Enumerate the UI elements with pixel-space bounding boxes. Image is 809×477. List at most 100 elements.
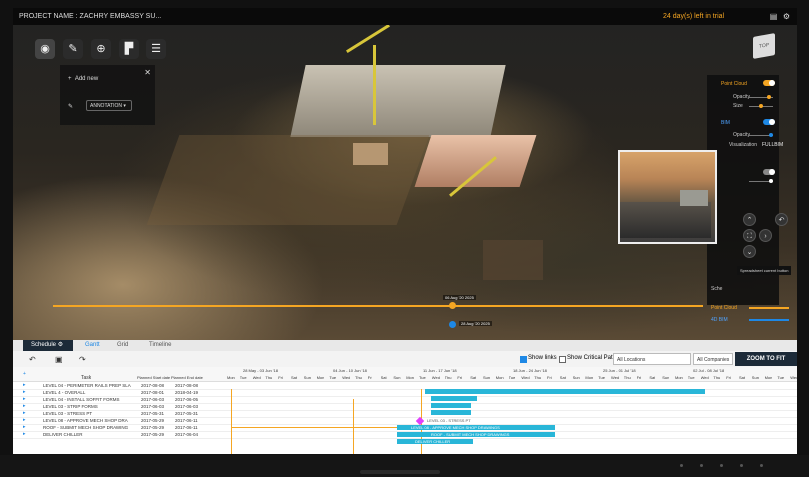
nav-down-icon[interactable]: ⌄ [743, 245, 756, 258]
day-label: Wed [431, 375, 440, 380]
milestone-stress-label: LEVEL 03 - STRESS PT [427, 418, 471, 423]
tab-timeline[interactable]: Timeline [149, 340, 171, 351]
annotation-select[interactable]: ANNOTATION ▾ [86, 100, 132, 111]
annotation-edit-icon[interactable]: ✎ [68, 103, 73, 110]
timeline-track[interactable] [53, 305, 703, 307]
day-label: Thu [444, 375, 452, 380]
day-label: Sat [470, 375, 477, 380]
tab-gantt[interactable]: Gantt [85, 340, 100, 351]
companies-dropdown[interactable]: All Companies 3 [693, 353, 733, 375]
bim-marker[interactable] [449, 321, 456, 328]
gantt-bar-strip[interactable] [431, 403, 471, 408]
nav-up-icon[interactable]: ⌃ [743, 213, 756, 226]
add-task-icon[interactable]: + [23, 371, 26, 377]
task-end: 2018-04-19 [175, 390, 199, 395]
layer-knob-3[interactable] [769, 179, 773, 183]
gantt-bar-chiller-label: DELIVER CHILLER [415, 439, 451, 444]
annotation-icon[interactable]: ✎ [63, 39, 83, 59]
grid-header: + Task Planned Start date Planned End da… [13, 367, 797, 382]
expand-icon[interactable]: ▸ [23, 389, 26, 395]
gear-icon[interactable]: ⚙ [782, 12, 791, 21]
3d-viewer[interactable]: ◉ ✎ ⊕ ▛ ☰ + Add new ✕ ✎ ANNOTATION ▾ TOP… [13, 25, 797, 340]
opacity-knob[interactable] [767, 95, 771, 99]
redo-icon[interactable]: ↷ [79, 355, 86, 364]
task-name: LEVEL 03 - STRIP FORMS [43, 404, 98, 409]
expand-icon[interactable]: ▸ [23, 431, 26, 437]
task-start: 2017-06-03 [141, 397, 165, 402]
day-label: Thu [534, 375, 542, 380]
close-icon[interactable]: ✕ [144, 68, 151, 77]
trial-notice[interactable]: 24 day(s) left in trial [663, 8, 724, 25]
locations-dropdown[interactable]: All Locations [613, 353, 691, 365]
day-label: Mon [585, 375, 594, 380]
crane-boom [346, 25, 390, 54]
legend-bim: 4D BIM [711, 317, 728, 323]
expand-icon[interactable]: ▸ [23, 382, 26, 388]
undo-icon[interactable]: ↶ [29, 355, 36, 364]
size-knob[interactable] [759, 104, 763, 108]
expand-icon[interactable]: ▸ [23, 417, 26, 423]
critical-path-label: Show Critical Path [567, 355, 617, 361]
legend-point-cloud-line [749, 307, 789, 309]
save-icon[interactable]: ▣ [55, 355, 63, 364]
chin-button [760, 464, 763, 467]
point-cloud-label: Point Cloud [721, 81, 747, 87]
day-label: Wed [790, 375, 797, 380]
nav-right-icon[interactable]: › [759, 229, 772, 242]
undo-view-icon[interactable]: ↶ [775, 213, 788, 226]
point-cloud-toggle[interactable] [763, 80, 775, 86]
day-label: Wed [252, 375, 261, 380]
locations-value: All Locations [617, 357, 646, 363]
gantt-bar-soffit[interactable] [431, 396, 477, 401]
day-label: Fri [457, 375, 463, 380]
expand-icon[interactable]: ▸ [23, 424, 26, 430]
critical-path-checkbox[interactable] [559, 356, 566, 363]
bim-toggle[interactable] [763, 119, 775, 125]
expand-icon[interactable]: ▸ [23, 410, 26, 416]
tab-grid[interactable]: Grid [117, 340, 128, 351]
gantt-bar-overall[interactable] [425, 389, 705, 394]
list-icon[interactable]: ☰ [146, 39, 166, 59]
gantt-bar-approve[interactable]: LEVEL 08 - APPROVE MECH SHOP DRAWINGS [397, 425, 555, 430]
gantt-bar-roof[interactable]: ROOF - SUBMIT MECH SHOP DRAWINGS [397, 432, 555, 437]
expand-icon[interactable]: ▸ [23, 396, 26, 402]
day-label: Sun [483, 375, 491, 380]
add-new-button[interactable]: + Add new [68, 76, 98, 82]
timeline-marker[interactable] [449, 302, 456, 309]
expand-icon[interactable]: ▸ [23, 403, 26, 409]
photo-inset[interactable] [618, 150, 717, 244]
week-label: 11 Jun - 17 Jun '18 [423, 368, 457, 373]
zoom-to-fit-button[interactable]: ZOOM TO FIT [735, 352, 797, 366]
visualization-value[interactable]: FULLBIM [762, 142, 783, 148]
add-new-label: Add new [74, 76, 99, 82]
legend-bim-line [749, 319, 789, 321]
bim-opacity-knob[interactable] [769, 133, 773, 137]
timeline-date: 06 Aug '20 2025 [443, 295, 476, 300]
target-icon[interactable]: ⊕ [91, 39, 111, 59]
companies-value: All Companies [697, 357, 730, 363]
gantt-bar-strip-2[interactable] [431, 410, 471, 415]
chat-icon[interactable]: ▤ [769, 12, 778, 21]
eye-view-icon[interactable]: ◉ [35, 39, 55, 59]
floorplan-icon[interactable]: ▛ [119, 39, 139, 59]
day-label: Sun [393, 375, 401, 380]
gantt-bar-chiller[interactable]: DELIVER CHILLER [397, 439, 473, 444]
gantt-bar-roof-label: ROOF - SUBMIT MECH SHOP DRAWINGS [431, 432, 510, 437]
day-label: Sat [380, 375, 387, 380]
day-label: Tue [687, 375, 695, 380]
nav-center-icon[interactable]: ⛶ [743, 229, 756, 242]
col-start[interactable]: Planned Start date [137, 375, 171, 380]
tab-schedule[interactable]: Schedule ⚙ [23, 340, 74, 351]
lot-area [483, 240, 543, 280]
day-label: Sun [572, 375, 580, 380]
layer-toggle-3[interactable] [763, 169, 775, 175]
col-task[interactable]: Task [81, 375, 91, 381]
task-name: LEVEL 4 - OVERALL [43, 390, 86, 395]
task-name: LEVEL 08 - APPROVE MECH SHOP DRA [43, 418, 128, 423]
schedule-toolbar: ↶ ▣ ↷ Show links Show Critical Path All … [13, 351, 797, 375]
opacity-label: Opacity [733, 94, 750, 100]
show-links-checkbox[interactable] [520, 356, 527, 363]
task-start: 2017-06-03 [141, 404, 165, 409]
col-end[interactable]: Planned End date [171, 375, 205, 380]
view-cube[interactable]: TOP [753, 33, 775, 59]
